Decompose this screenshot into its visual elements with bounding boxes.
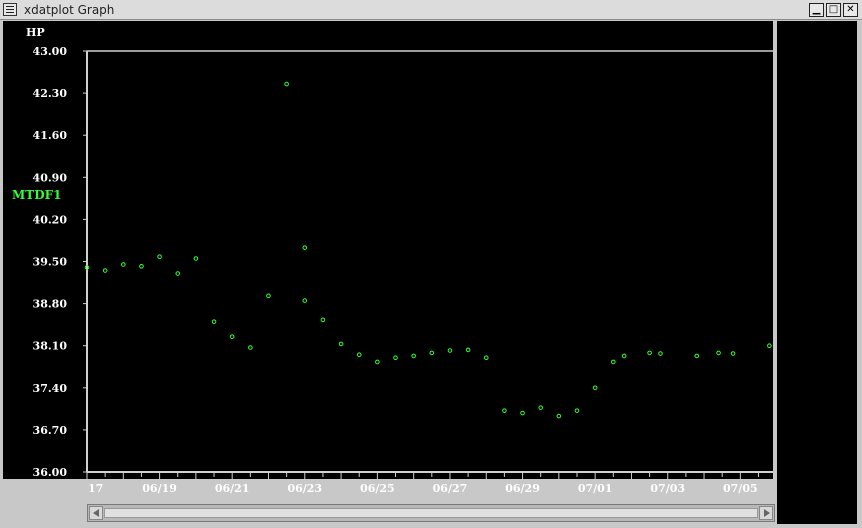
- unit-label: HP: [26, 26, 45, 39]
- window-menu-icon[interactable]: [3, 3, 17, 16]
- x-tick-label: 07/05: [723, 482, 758, 495]
- x-tick-label: 06/21: [215, 482, 250, 495]
- close-button[interactable]: ✕: [843, 3, 858, 17]
- window-title: xdatplot Graph: [24, 3, 115, 17]
- y-tick-label: 36.70: [33, 424, 68, 437]
- y-tick-label: 43.00: [33, 45, 68, 58]
- plot-background: [3, 21, 773, 479]
- horizontal-scrollbar[interactable]: [87, 504, 775, 522]
- series-label: MTDF1: [12, 188, 62, 202]
- y-tick-label: 40.20: [33, 213, 68, 226]
- scroll-thumb[interactable]: [104, 508, 758, 518]
- y-tick-label: 39.50: [33, 256, 68, 269]
- x-tick-label: 06/25: [360, 482, 395, 495]
- x-tick-label: 06/27: [433, 482, 468, 495]
- minimize-button[interactable]: ▁: [809, 3, 824, 17]
- window-titlebar[interactable]: xdatplot Graph ▁ □ ✕: [0, 0, 862, 20]
- y-tick-label: 38.80: [33, 298, 68, 311]
- x-tick-label: 06/23: [287, 482, 322, 495]
- arrow-left-icon: [93, 509, 99, 517]
- y-tick-label: 38.10: [33, 340, 68, 353]
- x-tick-label: 06/29: [505, 482, 540, 495]
- x-tick-label: 07/03: [650, 482, 685, 495]
- maximize-button[interactable]: □: [826, 3, 841, 17]
- graph-client-area: HP MTDF1 43.00 42.30 41.60 40.90 40.20 39.50 3…: [0, 20, 862, 528]
- plot-canvas: HP MTDF1 43.00 42.30 41.60 40.90 40.20 39.50 3…: [3, 21, 857, 524]
- right-panel: [777, 21, 857, 524]
- y-tick-label: 36.00: [33, 466, 68, 479]
- x-tick-label: 07/01: [578, 482, 613, 495]
- y-tick-label: 42.30: [33, 87, 68, 100]
- x-tick-label: 06/19: [142, 482, 177, 495]
- y-tick-label: 40.90: [33, 171, 68, 184]
- y-tick-label: 37.40: [33, 382, 68, 395]
- arrow-right-icon: [764, 509, 770, 517]
- y-tick-label: 41.60: [33, 129, 68, 142]
- scroll-right-button[interactable]: [759, 506, 773, 520]
- x-tick-label: 17: [88, 482, 103, 495]
- scroll-left-button[interactable]: [89, 506, 103, 520]
